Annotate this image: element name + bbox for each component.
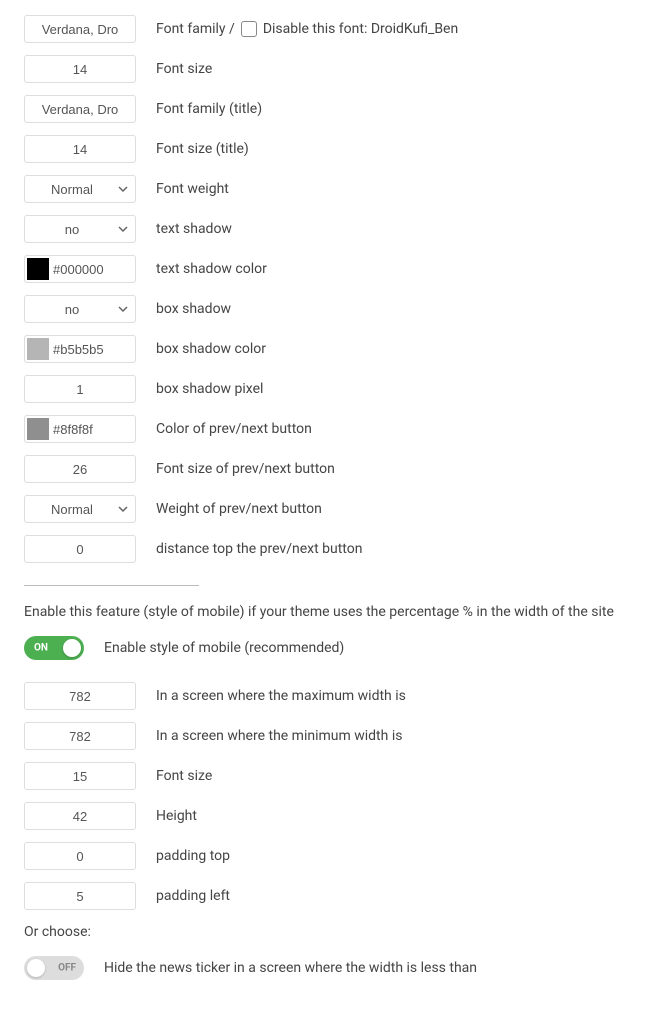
style-select-12[interactable]: Normal [24, 495, 136, 523]
mobile-input-0[interactable] [24, 682, 136, 710]
field-label: Font size [156, 61, 212, 77]
enable-mobile-style-label: Enable style of mobile (recommended) [104, 640, 344, 656]
field-label: box shadow [156, 301, 231, 317]
field-label: In a screen where the maximum width is [156, 688, 406, 704]
style-input-2[interactable] [24, 95, 136, 123]
mobile-input-1[interactable] [24, 722, 136, 750]
style-input-13[interactable] [24, 535, 136, 563]
style-color-6[interactable] [24, 255, 136, 283]
toggle-off-label: OFF [58, 963, 76, 974]
style-input-3[interactable] [24, 135, 136, 163]
enable-mobile-style-toggle[interactable]: ON [24, 636, 84, 660]
style-input-9[interactable] [24, 375, 136, 403]
mobile-input-4[interactable] [24, 842, 136, 870]
field-label: Height [156, 808, 197, 824]
style-input-0[interactable] [24, 15, 136, 43]
color-value-input[interactable] [53, 422, 133, 437]
mobile-input-2[interactable] [24, 762, 136, 790]
color-value-input[interactable] [53, 262, 133, 277]
disable-font-checkbox[interactable] [241, 21, 257, 37]
field-label: box shadow color [156, 341, 266, 357]
field-label: text shadow color [156, 261, 267, 277]
mobile-input-3[interactable] [24, 802, 136, 830]
field-label: Weight of prev/next button [156, 501, 322, 517]
mobile-section-description: Enable this feature (style of mobile) if… [24, 604, 647, 620]
field-label: distance top the prev/next button [156, 541, 362, 557]
toggle-knob [63, 639, 81, 657]
style-select-5[interactable]: no [24, 215, 136, 243]
toggle-on-label: ON [34, 643, 48, 654]
field-label: Font size (title) [156, 141, 249, 157]
or-choose-text: Or choose: [24, 924, 647, 940]
color-swatch [27, 418, 49, 440]
style-color-8[interactable] [24, 335, 136, 363]
field-label: text shadow [156, 221, 232, 237]
field-label: box shadow pixel [156, 381, 263, 397]
style-input-11[interactable] [24, 455, 136, 483]
field-label-pre: Font family / [156, 21, 235, 37]
field-label: Font size of prev/next button [156, 461, 335, 477]
field-label: Font size [156, 768, 212, 784]
field-label: Color of prev/next button [156, 421, 312, 437]
style-select-7[interactable]: no [24, 295, 136, 323]
toggle-knob [27, 959, 45, 977]
hide-ticker-label: Hide the news ticker in a screen where t… [104, 960, 477, 976]
field-label: Font family (title) [156, 101, 262, 117]
field-label: padding left [156, 888, 230, 904]
style-color-10[interactable] [24, 415, 136, 443]
color-value-input[interactable] [53, 342, 133, 357]
field-label: padding top [156, 848, 230, 864]
color-swatch [27, 338, 49, 360]
field-label: In a screen where the minimum width is [156, 728, 402, 744]
style-select-4[interactable]: Normal [24, 175, 136, 203]
style-input-1[interactable] [24, 55, 136, 83]
color-swatch [27, 258, 49, 280]
field-label: Font weight [156, 181, 229, 197]
section-divider [24, 585, 199, 586]
mobile-input-5[interactable] [24, 882, 136, 910]
hide-ticker-toggle[interactable]: OFF [24, 956, 84, 980]
field-label-post: Disable this font: DroidKufi_Ben [263, 21, 458, 37]
